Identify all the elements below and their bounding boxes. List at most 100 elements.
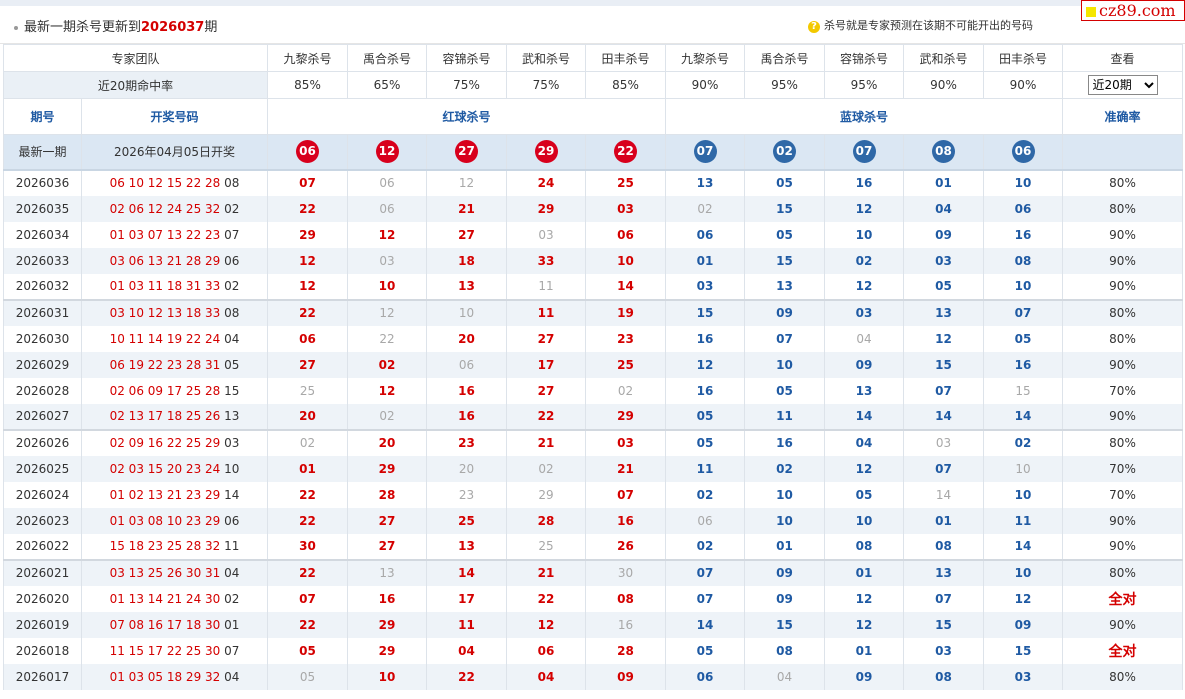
red-kill-number: 12 (347, 221, 428, 248)
red-kill-number: 06 (267, 325, 349, 352)
red-kill-number: 13 (426, 273, 508, 300)
site-logo[interactable]: cz89.com (1081, 0, 1185, 21)
draw-blue-number: 07 (224, 227, 240, 242)
red-kill-number: 20 (426, 455, 508, 482)
red-kill-number: 28 (585, 637, 667, 664)
red-kill-number: 03 (506, 221, 587, 248)
period-select[interactable]: 近20期 (1087, 75, 1158, 95)
hitrate-value: 90% (903, 71, 985, 99)
red-kill-number: 06 (585, 221, 667, 248)
history-rows: 2026036 06 10 12 15 22 28 08 07 06 12 24 25 13 0… (3, 169, 1184, 690)
red-kill-number: 18 (426, 247, 508, 274)
red-kill-number: 29 (347, 637, 428, 664)
expert-name: 禹合杀号 (347, 44, 428, 72)
blue-kill-number: 11 (983, 507, 1064, 534)
draw-cell: 01 13 14 21 24 30 02 (80, 585, 269, 612)
red-kill-number: 12 (267, 273, 349, 300)
blue-kill-number: 12 (983, 585, 1064, 612)
accuracy-cell: 90% (1062, 247, 1184, 274)
blue-kill-number: 01 (824, 558, 905, 586)
issue-cell: 2026020 (3, 585, 82, 612)
expert-name: 九黎杀号 (665, 44, 746, 72)
blue-kill-number: 10 (983, 558, 1064, 586)
red-kill-number: 08 (585, 585, 667, 612)
blue-kill-number: 03 (665, 273, 746, 300)
red-kill-number: 04 (426, 637, 508, 664)
blue-kill-number: 02 (744, 455, 826, 482)
blue-kill-number: 08 (903, 533, 985, 560)
red-kill-number: 17 (506, 351, 587, 378)
issue-cell: 2026035 (3, 195, 82, 222)
blue-kill-number: 02 (983, 428, 1064, 456)
draw-blue-number: 06 (224, 253, 240, 268)
blue-kill-number: 12 (824, 585, 905, 612)
blue-kill-number: 03 (903, 247, 985, 274)
red-kill-number: 16 (347, 585, 428, 612)
blue-kill-number: 10 (744, 507, 826, 534)
issue-cell: 2026021 (3, 558, 82, 586)
red-kill-number: 22 (347, 325, 428, 352)
red-kill-number: 22 (267, 298, 349, 326)
red-kill-number: 25 (267, 377, 349, 404)
issue-cell: 2026036 (3, 169, 82, 196)
accuracy-cell: 80% (1062, 195, 1184, 222)
draw-blue-number: 10 (224, 461, 240, 476)
draw-cell: 15 18 23 25 28 32 11 (80, 533, 269, 560)
period-select-cell: 近20期 (1062, 71, 1184, 99)
blue-kill-number: 12 (824, 273, 905, 300)
blue-kill-number: 12 (824, 455, 905, 482)
draw-red-numbers: 02 03 15 20 23 24 (109, 461, 221, 476)
draw-red-numbers: 07 08 16 17 18 30 (109, 617, 221, 632)
hitrate-label: 近20期命中率 (2, 71, 269, 99)
draw-blue-number: 02 (224, 591, 240, 606)
red-kill-number: 22 (267, 611, 349, 638)
red-kill-number: 12 (267, 247, 349, 274)
accuracy-cell: 70% (1062, 481, 1184, 508)
draw-cell: 01 02 13 21 23 29 14 (80, 481, 269, 508)
red-kill-number: 13 (347, 558, 428, 586)
blue-kill-number: 09 (824, 663, 905, 690)
blue-kill-number: 08 (744, 637, 826, 664)
draw-blue-number: 15 (224, 383, 240, 398)
hitrate-value: 75% (426, 71, 508, 99)
accuracy-cell: 90% (1062, 403, 1184, 430)
draw-blue-number: 02 (224, 279, 240, 293)
blue-kill-number: 11 (665, 455, 746, 482)
red-kill-number: 02 (506, 455, 587, 482)
blue-kill-number: 09 (903, 221, 985, 248)
table-row: 2026036 06 10 12 15 22 28 08 07 06 12 24 25 13 0… (3, 169, 1184, 196)
blue-kill-number: 05 (665, 428, 746, 456)
blue-kill-ball: 08 (932, 140, 956, 164)
red-kill-number: 27 (267, 351, 349, 378)
table-row: 2026033 03 06 13 21 28 29 06 12 03 18 33 10 01 1… (3, 247, 1184, 274)
table-row: 2026030 10 11 14 19 22 24 04 06 22 20 27 23 16 0… (3, 325, 1184, 352)
red-kill-number: 25 (585, 169, 667, 196)
blue-kill-number: 01 (665, 247, 746, 274)
red-kill-number: 11 (506, 273, 587, 300)
blue-kill-number: 03 (983, 663, 1064, 690)
accuracy-cell: 80% (1062, 663, 1184, 690)
issue-cell: 2026027 (3, 403, 82, 430)
accuracy-cell: 70% (1062, 455, 1184, 482)
red-kill-number: 03 (585, 195, 667, 222)
issue-cell: 2026023 (3, 507, 82, 534)
red-kill-number: 17 (426, 585, 508, 612)
blue-kill-number: 13 (665, 169, 746, 196)
red-kill-ball: 06 (296, 140, 320, 164)
red-kill-number: 10 (347, 273, 428, 300)
accuracy-cell: 80% (1062, 298, 1184, 326)
red-kill-number: 27 (506, 377, 587, 404)
draw-red-numbers: 01 03 07 13 22 23 (109, 227, 221, 242)
blue-kill-number: 14 (665, 611, 746, 638)
red-kill-number: 20 (267, 403, 349, 430)
red-kill-number: 07 (585, 481, 667, 508)
draw-cell: 07 08 16 17 18 30 01 (80, 611, 269, 638)
red-kill-number: 14 (426, 558, 508, 586)
draw-red-numbers: 01 02 13 21 23 29 (109, 487, 221, 502)
red-kill-number: 13 (426, 533, 508, 560)
blue-kill-number: 07 (665, 558, 746, 586)
draw-cell: 01 03 08 10 23 29 06 (80, 507, 269, 534)
table-row: 2026021 03 13 25 26 30 31 04 22 13 14 21 30 07 0… (3, 558, 1184, 586)
update-notice: 最新一期杀号更新到2026037期 (14, 16, 217, 35)
red-kill-number: 33 (506, 247, 587, 274)
